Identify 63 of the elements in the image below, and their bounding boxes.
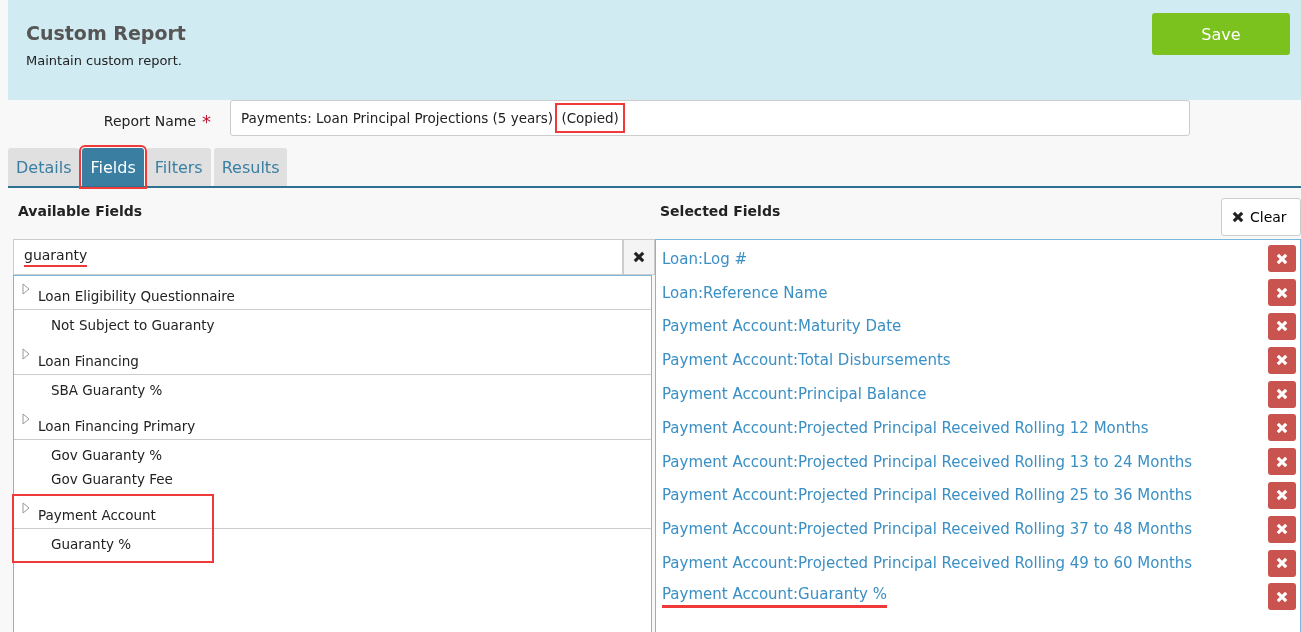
- tree-item[interactable]: Gov Guaranty Fee: [51, 467, 651, 491]
- tab[interactable]: Details: [8, 148, 80, 186]
- triangle-icon[interactable]: [22, 348, 30, 360]
- close-icon: [1276, 455, 1288, 468]
- clear-search-button[interactable]: [623, 239, 655, 275]
- close-icon: [1276, 590, 1288, 603]
- close-icon: [1276, 557, 1288, 570]
- close-icon: [1276, 320, 1288, 333]
- close-icon: [1276, 489, 1288, 502]
- remove-button[interactable]: [1268, 515, 1296, 543]
- tree-group-label[interactable]: Payment Account: [38, 507, 156, 523]
- field-link[interactable]: Payment Account:Projected Principal Received Rolling 49 to 60 Months: [662, 554, 1193, 573]
- page-subtitle: Maintain custom report.: [26, 53, 183, 68]
- search-field[interactable]: guaranty: [13, 239, 623, 275]
- required-mark: *: [202, 110, 211, 132]
- close-icon: [1232, 211, 1244, 223]
- remove-button[interactable]: [1268, 279, 1296, 307]
- field-label: Report Name: [103, 113, 196, 129]
- field-link[interactable]: Payment Account:Guaranty %: [662, 585, 888, 609]
- field-link[interactable]: Loan:Log #: [662, 249, 748, 268]
- tree-item[interactable]: Guaranty %: [51, 532, 651, 556]
- remove-button[interactable]: [1268, 414, 1296, 442]
- report-name-field[interactable]: Payments: Loan Principal Projections (5 years) (Copied): [230, 100, 1190, 136]
- field-link[interactable]: Payment Account:Total Disbursements: [662, 351, 951, 370]
- remove-button[interactable]: [1268, 346, 1296, 374]
- close-icon: [1276, 523, 1288, 536]
- triangle-icon[interactable]: [22, 413, 30, 425]
- close-icon: [1276, 354, 1288, 367]
- field-link[interactable]: Payment Account:Maturity Date: [662, 317, 902, 336]
- triangle-icon[interactable]: [22, 502, 30, 514]
- tree-group-label[interactable]: Loan Financing: [38, 353, 139, 369]
- field-link[interactable]: Payment Account:Projected Principal Received Rolling 13 to 24 Months: [662, 452, 1193, 471]
- remove-button[interactable]: [1268, 313, 1296, 340]
- tab[interactable]: Results: [213, 148, 288, 186]
- triangle-icon[interactable]: [22, 283, 30, 295]
- tab[interactable]: Fields: [82, 148, 144, 186]
- clear-button[interactable]: Clear: [1221, 198, 1301, 236]
- remove-button[interactable]: [1268, 245, 1296, 273]
- field-link[interactable]: Payment Account:Projected Principal Received Rolling 25 to 36 Months: [662, 486, 1193, 505]
- field-link[interactable]: Payment Account:Principal Balance: [662, 385, 927, 404]
- section-heading: Available Fields: [17, 202, 144, 219]
- tree-item[interactable]: Not Subject to Guaranty: [51, 313, 651, 337]
- remove-button[interactable]: [1268, 380, 1296, 408]
- close-icon: [1276, 252, 1288, 265]
- tree-item[interactable]: SBA Guaranty %: [51, 378, 651, 402]
- close-icon: [1276, 286, 1288, 299]
- field-link[interactable]: Payment Account:Projected Principal Received Rolling 37 to 48 Months: [662, 520, 1193, 539]
- remove-button[interactable]: [1268, 583, 1296, 611]
- field-link[interactable]: Payment Account:Projected Principal Received Rolling 12 Months: [662, 418, 1149, 437]
- remove-button[interactable]: [1268, 481, 1296, 509]
- tab[interactable]: Filters: [146, 148, 211, 186]
- save-button[interactable]: Save: [1152, 13, 1290, 55]
- section-heading: Selected Fields: [659, 202, 781, 219]
- close-icon: [1276, 421, 1288, 434]
- remove-button[interactable]: [1268, 549, 1296, 577]
- page-title: Custom Report: [26, 22, 186, 44]
- tree-item[interactable]: Gov Guaranty %: [51, 443, 651, 467]
- field-link[interactable]: Loan:Reference Name: [662, 283, 828, 302]
- close-icon: [633, 251, 645, 263]
- close-icon: [1276, 388, 1288, 401]
- tree-group-label[interactable]: Loan Financing Primary: [38, 418, 196, 434]
- tree-group-label[interactable]: Loan Eligibility Questionnaire: [38, 288, 235, 304]
- remove-button[interactable]: [1268, 448, 1296, 476]
